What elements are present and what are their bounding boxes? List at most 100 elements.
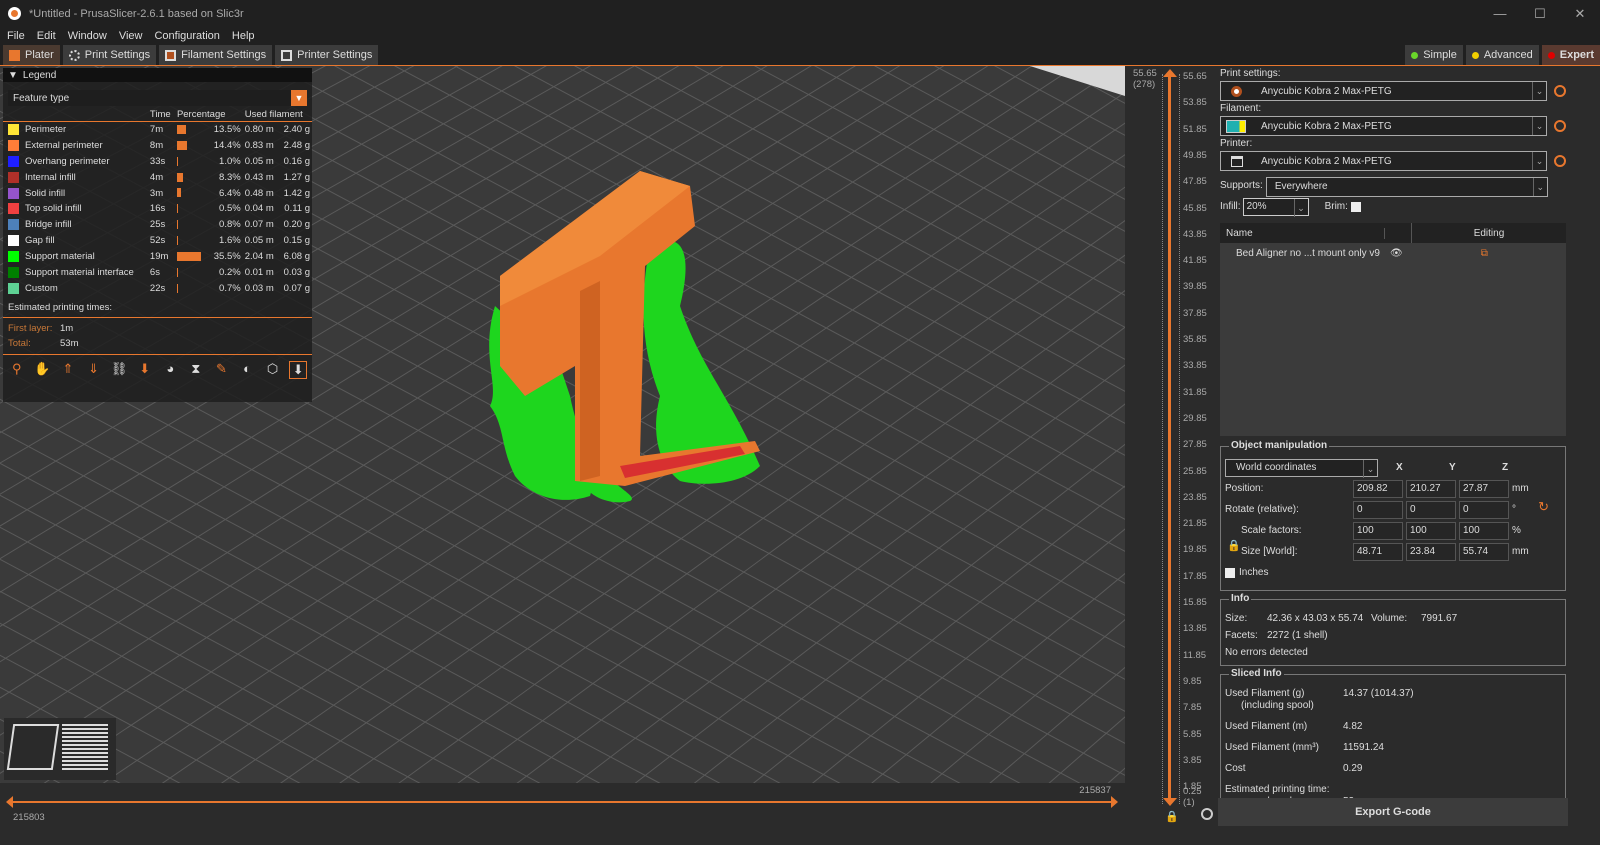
color-changes-icon[interactable]: ◕ xyxy=(161,361,179,379)
object-row[interactable]: Bed Aligner no ...t mount only v9 👁 ⧉ xyxy=(1220,243,1566,264)
left-thumb[interactable] xyxy=(6,796,13,808)
retractions-icon[interactable]: ⇑ xyxy=(59,361,77,379)
upper-thumb[interactable] xyxy=(1163,69,1177,77)
value-field-y[interactable]: 0 xyxy=(1406,500,1456,519)
legend-row[interactable]: Bridge infill 25s 0.8% 0.07 m 0.20 g xyxy=(3,217,312,233)
feature-name: Solid infill xyxy=(25,187,66,199)
feature-time: 4m xyxy=(149,171,164,183)
menu-view[interactable]: View xyxy=(119,30,143,42)
edit-settings-icon[interactable]: ⧉ xyxy=(1481,248,1488,259)
legend-row[interactable]: Support material interface 6s 0.2% 0.01 … xyxy=(3,265,312,281)
legend-row[interactable]: Overhang perimeter 33s 1.0% 0.05 m 0.16 … xyxy=(3,153,312,169)
feature-time: 3m xyxy=(149,187,164,199)
shells-icon[interactable]: ⬡ xyxy=(264,361,282,379)
layer-tick-label: 11.85 xyxy=(1183,649,1207,661)
gear-icon xyxy=(68,49,80,61)
reset-rotation-icon[interactable]: ↻ xyxy=(1538,499,1549,515)
mode-advanced[interactable]: Advanced xyxy=(1465,45,1539,65)
seams-icon[interactable]: ⛓ xyxy=(110,361,128,379)
layer-slider[interactable]: 55.65 (278) 55.65 53.85 51.85 49.85 47.85 45.8… xyxy=(1125,66,1218,826)
edit-preset-icon[interactable] xyxy=(1554,85,1566,97)
edit-preset-icon[interactable] xyxy=(1554,155,1566,167)
manipulation-row: Scale factors: 100 100 100% xyxy=(1225,520,1561,541)
value-field-x[interactable]: 48.71 xyxy=(1353,542,1403,561)
menu-help[interactable]: Help xyxy=(232,30,255,42)
pause-icon[interactable]: ⧗ xyxy=(187,361,205,379)
layer-tick-label: 43.85 xyxy=(1183,228,1207,240)
legend-row[interactable]: Gap fill 52s 1.6% 0.05 m 0.15 g xyxy=(3,233,312,249)
tab-plater[interactable]: Plater xyxy=(3,45,60,65)
value-field-y[interactable]: 100 xyxy=(1406,521,1456,540)
group-title: Info xyxy=(1229,593,1252,604)
estimated-times-title: Estimated printing times: xyxy=(3,296,312,319)
deretractions-icon[interactable]: ⇓ xyxy=(85,361,103,379)
wipe-icon[interactable]: ✋ xyxy=(34,361,52,379)
legend-row[interactable]: External perimeter 8m 14.4% 0.83 m 2.48 … xyxy=(3,137,312,153)
filament-combo[interactable]: Anycubic Kobra 2 Max-PETG ⌄ xyxy=(1220,116,1547,136)
mode-simple[interactable]: Simple xyxy=(1405,45,1463,65)
legend-row[interactable]: Support material 19m 35.5% 2.04 m 6.08 g xyxy=(3,249,312,265)
maximize-button[interactable]: ☐ xyxy=(1520,0,1560,27)
percentage-bar xyxy=(176,236,179,246)
legend-row[interactable]: Internal infill 4m 8.3% 0.43 m 1.27 g xyxy=(3,169,312,185)
travel-icon[interactable]: ⚲ xyxy=(8,361,26,379)
menu-file[interactable]: File xyxy=(7,30,25,42)
tool-changes-icon[interactable]: ⬇ xyxy=(136,361,154,379)
app-logo-icon xyxy=(8,7,21,20)
mode-expert[interactable]: Expert xyxy=(1541,45,1600,65)
value-field-y[interactable]: 23.84 xyxy=(1406,542,1456,561)
legend-row[interactable]: Custom 22s 0.7% 0.03 m 0.07 g xyxy=(3,280,312,296)
brim-checkbox[interactable] xyxy=(1350,201,1361,212)
legend-row[interactable]: Perimeter 7m 13.5% 0.80 m 2.40 g xyxy=(3,122,312,138)
custom-gcode-icon[interactable]: ✎ xyxy=(213,361,231,379)
feature-percentage: 1.6% xyxy=(219,235,241,247)
tab-filament-settings[interactable]: Filament Settings xyxy=(159,45,273,65)
coordinates-combo[interactable]: World coordinates ⌄ xyxy=(1225,458,1378,478)
tab-label: Printer Settings xyxy=(297,49,373,61)
chevron-down-icon: ⌄ xyxy=(1532,177,1547,196)
export-gcode-button[interactable]: Export G-code xyxy=(1218,798,1568,826)
scale-lock-icon[interactable]: 🔒 xyxy=(1227,539,1241,552)
visibility-eye-icon[interactable]: 👁 xyxy=(1390,248,1403,259)
edit-preset-icon[interactable] xyxy=(1554,120,1566,132)
layer-tick-label: 47.85 xyxy=(1183,176,1207,188)
inches-checkbox[interactable] xyxy=(1225,567,1235,578)
value-field-z[interactable]: 27.87 xyxy=(1459,479,1509,498)
menu-configuration[interactable]: Configuration xyxy=(154,30,219,42)
settings-cog-icon[interactable] xyxy=(1201,808,1213,820)
close-button[interactable]: ✕ xyxy=(1560,0,1600,27)
value-field-z[interactable]: 0 xyxy=(1459,500,1509,519)
legend-row[interactable]: Solid infill 3m 6.4% 0.48 m 1.42 g xyxy=(3,185,312,201)
preview-layers-icon[interactable] xyxy=(62,724,108,770)
right-thumb[interactable] xyxy=(1111,796,1118,808)
tab-printer-settings[interactable]: Printer Settings xyxy=(275,45,379,65)
tab-print-settings[interactable]: Print Settings xyxy=(62,45,157,65)
view-type-select[interactable]: Feature type ▼ xyxy=(8,90,307,106)
printer-combo[interactable]: Anycubic Kobra 2 Max-PETG ⌄ xyxy=(1220,151,1547,171)
lock-icon[interactable]: 🔒 xyxy=(1165,810,1179,823)
volume-label: Volume: xyxy=(1371,613,1408,624)
legend-row[interactable]: Top solid infill 16s 0.5% 0.04 m 0.11 g xyxy=(3,201,312,217)
minimize-button[interactable]: — xyxy=(1480,0,1520,27)
3d-view-icon[interactable] xyxy=(6,724,60,770)
move-slider[interactable]: 215837 215803 xyxy=(0,783,1125,826)
value-field-z[interactable]: 100 xyxy=(1459,521,1509,540)
layer-tick-label: 5.85 xyxy=(1183,728,1202,740)
value-field-y[interactable]: 210.27 xyxy=(1406,479,1456,498)
infill-combo[interactable]: 20% ⌄ xyxy=(1242,197,1309,217)
legend-header[interactable]: ▼ Legend xyxy=(3,68,312,82)
print-settings-combo[interactable]: Anycubic Kobra 2 Max-PETG ⌄ xyxy=(1220,81,1547,101)
value-field-x[interactable]: 100 xyxy=(1353,521,1403,540)
value-field-z[interactable]: 55.74 xyxy=(1459,542,1509,561)
menu-window[interactable]: Window xyxy=(68,30,107,42)
supports-combo[interactable]: Everywhere ⌄ xyxy=(1265,176,1548,197)
feature-weight: 1.42 g xyxy=(283,187,310,199)
feature-name: Custom xyxy=(25,282,58,294)
tool-marker-icon[interactable]: ⬇ xyxy=(289,361,307,380)
lower-thumb[interactable] xyxy=(1163,798,1177,806)
center-of-gravity-icon[interactable]: ◐ xyxy=(238,361,256,379)
value-field-x[interactable]: 209.82 xyxy=(1353,479,1403,498)
value-field-x[interactable]: 0 xyxy=(1353,500,1403,519)
menu-edit[interactable]: Edit xyxy=(37,30,56,42)
print-settings-label: Print settings: xyxy=(1220,68,1281,79)
